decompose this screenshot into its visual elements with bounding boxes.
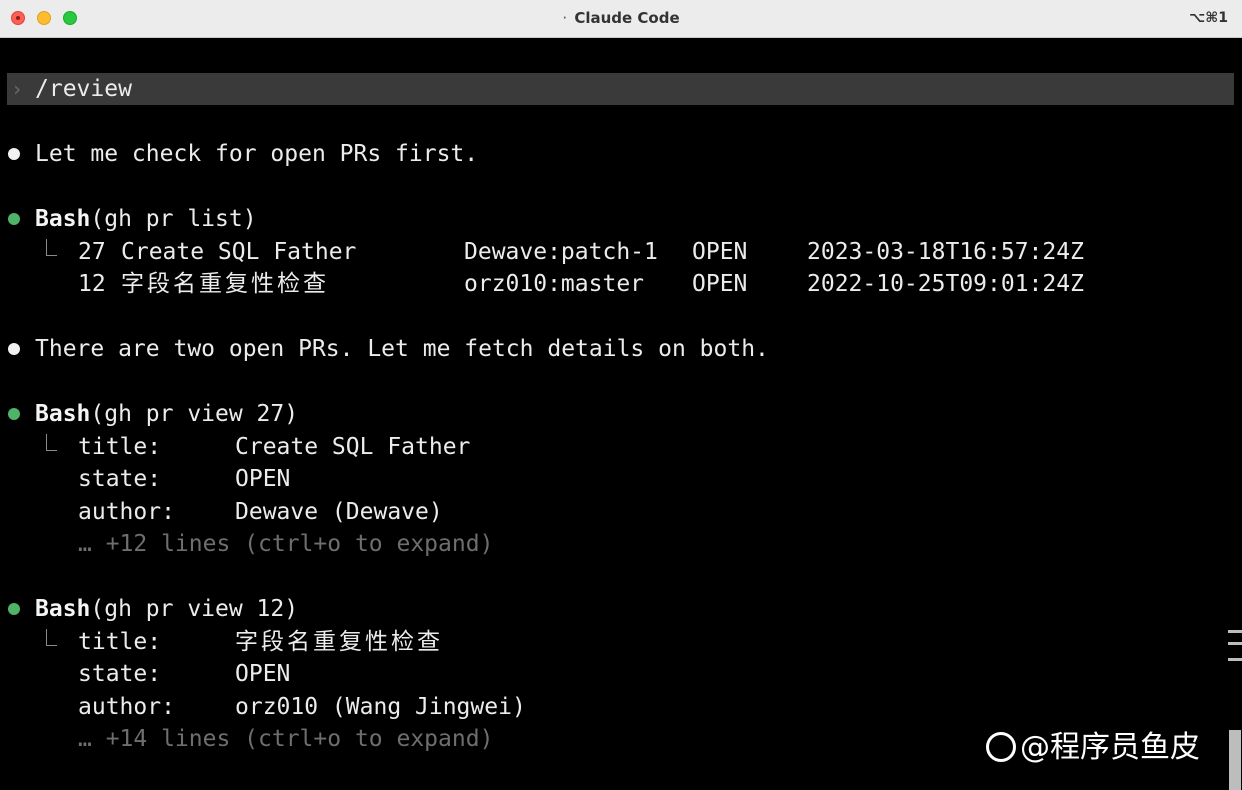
watermark-logo-icon xyxy=(986,732,1016,762)
tool-bullet-icon xyxy=(8,213,20,225)
pr-title: Create SQL Father xyxy=(121,239,357,265)
field-key: author: xyxy=(78,499,175,525)
pr-state: OPEN xyxy=(692,239,748,265)
pr-branch: orz010:master xyxy=(464,271,645,297)
tool-call-header: Bash(gh pr list) xyxy=(35,203,257,235)
pr-number: 12 xyxy=(78,271,106,297)
prompt-command: /review xyxy=(35,76,132,102)
prompt-line: › /review xyxy=(7,73,1234,105)
pr-date: 2022-10-25T09:01:24Z xyxy=(807,271,1084,297)
tool-args: (gh pr view 12) xyxy=(90,596,299,622)
pr-title: 字段名重复性检查 xyxy=(121,271,329,297)
tool-call-header: Bash(gh pr view 27) xyxy=(35,398,298,430)
terminal-content[interactable]: › /review Let me check for open PRs firs… xyxy=(0,38,1242,790)
message-bullet-icon xyxy=(8,343,20,355)
field-key: title: xyxy=(78,434,162,460)
watermark: @程序员鱼皮 xyxy=(986,726,1200,770)
tool-name: Bash xyxy=(35,401,91,427)
tree-connector-icon xyxy=(46,629,57,646)
window-title: · Claude Code xyxy=(0,0,1242,37)
field-value: OPEN xyxy=(235,661,291,687)
title-dot: · xyxy=(562,9,568,27)
assistant-message: Let me check for open PRs first. xyxy=(35,141,479,167)
window-title-text: Claude Code xyxy=(574,9,680,27)
assistant-message: There are two open PRs. Let me fetch det… xyxy=(35,336,769,362)
tool-bullet-icon xyxy=(8,603,20,615)
scrollbar-thumb[interactable] xyxy=(1229,730,1241,790)
tool-name: Bash xyxy=(35,596,91,622)
scroll-marker xyxy=(1228,658,1242,661)
field-value: orz010 (Wang Jingwei) xyxy=(235,694,526,720)
scroll-marker xyxy=(1228,630,1242,633)
field-key: title: xyxy=(78,629,162,655)
pr-branch: Dewave:patch-1 xyxy=(464,239,658,265)
field-key: state: xyxy=(78,661,162,687)
tool-args: (gh pr list) xyxy=(90,206,257,232)
message-bullet-icon xyxy=(8,148,20,160)
pr-number: 27 xyxy=(78,239,106,265)
pr-state: OPEN xyxy=(692,271,748,297)
field-value: Dewave (Dewave) xyxy=(235,499,443,525)
tool-call-header: Bash(gh pr view 12) xyxy=(35,593,298,625)
tool-bullet-icon xyxy=(8,408,20,420)
field-value: 字段名重复性检查 xyxy=(235,629,443,655)
tool-name: Bash xyxy=(35,206,91,232)
field-key: author: xyxy=(78,694,175,720)
field-value: OPEN xyxy=(235,466,291,492)
field-value: Create SQL Father xyxy=(235,434,471,460)
scroll-marker xyxy=(1228,642,1242,645)
watermark-text: @程序员鱼皮 xyxy=(1020,730,1200,765)
pr-date: 2023-03-18T16:57:24Z xyxy=(807,239,1084,265)
tree-connector-icon xyxy=(46,434,57,451)
field-key: state: xyxy=(78,466,162,492)
tree-connector-icon xyxy=(46,239,57,256)
tab-shortcut-label: ⌥⌘1 xyxy=(1189,10,1228,26)
expand-hint[interactable]: … +14 lines (ctrl+o to expand) xyxy=(78,723,493,755)
tool-args: (gh pr view 27) xyxy=(90,401,299,427)
title-bar: · Claude Code ⌥⌘1 xyxy=(0,0,1242,38)
prompt-caret-icon: › xyxy=(11,77,24,101)
expand-hint[interactable]: … +12 lines (ctrl+o to expand) xyxy=(78,528,493,560)
